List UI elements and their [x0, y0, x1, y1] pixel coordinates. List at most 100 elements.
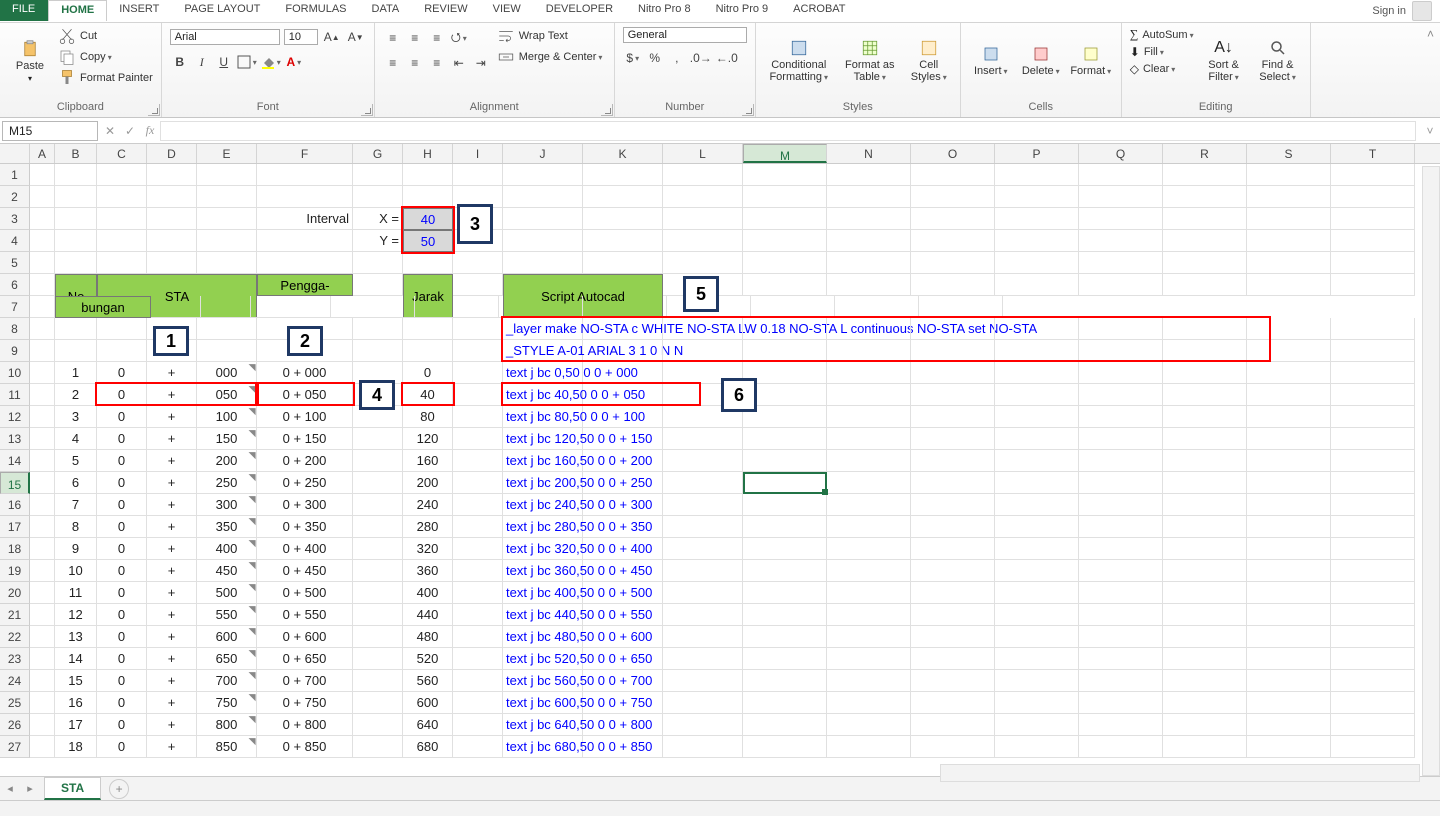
cell-M9[interactable] — [743, 340, 827, 362]
cell-B3[interactable] — [55, 208, 97, 230]
cell-A15[interactable] — [30, 472, 55, 494]
cell-H27[interactable]: 680 — [403, 736, 453, 758]
cell-R9[interactable] — [1163, 340, 1247, 362]
row-header-9[interactable]: 9 — [0, 340, 30, 362]
cell-T5[interactable] — [1331, 252, 1415, 274]
cell-S15[interactable] — [1247, 472, 1331, 494]
cell-P18[interactable] — [995, 538, 1079, 560]
cell-D4[interactable] — [147, 230, 197, 252]
cell-H10[interactable]: 0 — [403, 362, 453, 384]
row-header-23[interactable]: 23 — [0, 648, 30, 670]
cell-N5[interactable] — [827, 252, 911, 274]
cell-A4[interactable] — [30, 230, 55, 252]
cell-J16[interactable]: text j bc 240,50 0 0 + 300 — [503, 494, 583, 516]
cell-O10[interactable] — [911, 362, 995, 384]
cell-P14[interactable] — [995, 450, 1079, 472]
cell-F15[interactable]: 0 + 250 — [257, 472, 353, 494]
cell-T3[interactable] — [1331, 208, 1415, 230]
cell-K9[interactable] — [583, 340, 663, 362]
cell-D23[interactable]: + — [147, 648, 197, 670]
cell-P1[interactable] — [995, 164, 1079, 186]
cell-L22[interactable] — [663, 626, 743, 648]
cell-O13[interactable] — [911, 428, 995, 450]
cell-T20[interactable] — [1331, 582, 1415, 604]
cell-A25[interactable] — [30, 692, 55, 714]
cell-P9[interactable] — [995, 340, 1079, 362]
cell-M3[interactable] — [743, 208, 827, 230]
cell-K19[interactable] — [583, 560, 663, 582]
cell-M2[interactable] — [743, 186, 827, 208]
cell-H23[interactable]: 520 — [403, 648, 453, 670]
cell-G17[interactable] — [353, 516, 403, 538]
cell-T6[interactable] — [1331, 274, 1415, 296]
number-launcher[interactable] — [742, 104, 754, 116]
cell-Q18[interactable] — [1079, 538, 1163, 560]
delete-cells-button[interactable]: Delete — [1019, 27, 1063, 95]
cell-N25[interactable] — [827, 692, 911, 714]
cell-G25[interactable] — [353, 692, 403, 714]
cell-E16[interactable]: 300 — [197, 494, 257, 516]
font-launcher[interactable] — [361, 104, 373, 116]
cell-L7[interactable] — [251, 296, 331, 318]
sign-in[interactable]: Sign in — [1364, 0, 1440, 21]
cell-H4[interactable]: 50 — [403, 230, 453, 252]
cell-F11[interactable]: 0 + 050 — [257, 384, 353, 406]
cell-L23[interactable] — [663, 648, 743, 670]
row-header-15[interactable]: 15 — [0, 472, 30, 494]
cell-S2[interactable] — [1247, 186, 1331, 208]
cell-N6[interactable] — [827, 274, 911, 296]
cell-G7[interactable] — [151, 296, 201, 318]
cell-Q9[interactable] — [1079, 340, 1163, 362]
cell-J10[interactable]: text j bc 0,50 0 0 + 000 — [503, 362, 583, 384]
row-header-18[interactable]: 18 — [0, 538, 30, 560]
cell-F2[interactable] — [257, 186, 353, 208]
cell-O22[interactable] — [911, 626, 995, 648]
horizontal-scrollbar[interactable] — [940, 764, 1420, 782]
cell-G1[interactable] — [353, 164, 403, 186]
cell-Q11[interactable] — [1079, 384, 1163, 406]
cell-N7[interactable] — [415, 296, 499, 318]
cell-K10[interactable] — [583, 362, 663, 384]
cell-B12[interactable]: 3 — [55, 406, 97, 428]
col-header-J[interactable]: J — [503, 144, 583, 163]
cell-E9[interactable] — [197, 340, 257, 362]
cell-K11[interactable] — [583, 384, 663, 406]
cell-C8[interactable] — [97, 318, 147, 340]
cell-I18[interactable] — [453, 538, 503, 560]
cell-H1[interactable] — [403, 164, 453, 186]
cell-P19[interactable] — [995, 560, 1079, 582]
cell-K17[interactable] — [583, 516, 663, 538]
cell-Q4[interactable] — [1079, 230, 1163, 252]
cell-J8[interactable]: _layer make NO-STA c WHITE NO-STA LW 0.1… — [503, 318, 583, 340]
cell-M23[interactable] — [743, 648, 827, 670]
col-header-S[interactable]: S — [1247, 144, 1331, 163]
cell-F20[interactable]: 0 + 500 — [257, 582, 353, 604]
cell-P6[interactable] — [995, 274, 1079, 296]
cell-J22[interactable]: text j bc 480,50 0 0 + 600 — [503, 626, 583, 648]
cell-O6[interactable] — [911, 274, 995, 296]
cell-F26[interactable]: 0 + 800 — [257, 714, 353, 736]
cell-A23[interactable] — [30, 648, 55, 670]
cell-N17[interactable] — [827, 516, 911, 538]
cell-R7[interactable] — [751, 296, 835, 318]
cell-Q24[interactable] — [1079, 670, 1163, 692]
cell-P10[interactable] — [995, 362, 1079, 384]
sheet-tab-sta[interactable]: STA — [44, 777, 101, 800]
tab-insert[interactable]: INSERT — [107, 0, 172, 21]
cell-H14[interactable]: 160 — [403, 450, 453, 472]
cell-Q16[interactable] — [1079, 494, 1163, 516]
cell-D2[interactable] — [147, 186, 197, 208]
cell-Q27[interactable] — [1079, 736, 1163, 758]
cell-A18[interactable] — [30, 538, 55, 560]
cell-L15[interactable] — [663, 472, 743, 494]
cell-I13[interactable] — [453, 428, 503, 450]
row-header-26[interactable]: 26 — [0, 714, 30, 736]
cell-A11[interactable] — [30, 384, 55, 406]
cell-N23[interactable] — [827, 648, 911, 670]
cell-R26[interactable] — [1163, 714, 1247, 736]
row-header-14[interactable]: 14 — [0, 450, 30, 472]
cell-B1[interactable] — [55, 164, 97, 186]
cell-T22[interactable] — [1331, 626, 1415, 648]
cell-H20[interactable]: 400 — [403, 582, 453, 604]
cell-F14[interactable]: 0 + 200 — [257, 450, 353, 472]
